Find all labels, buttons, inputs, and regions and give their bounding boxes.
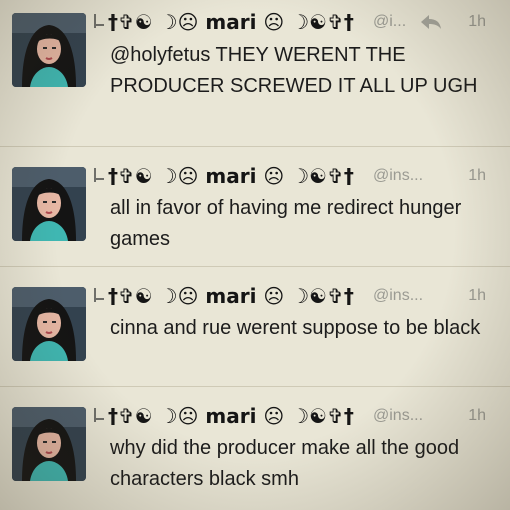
user-name[interactable]: †✞☯ ☽☹ mari ☹ ☽☯✞† (108, 284, 354, 308)
timestamp: 1h (468, 167, 486, 184)
tweet[interactable]: †✞☯ ☽☹ mari ☹ ☽☯✞† @i... 1h @holyfetus T… (0, 0, 510, 124)
tweet-text: why did the producer make all the good c… (110, 437, 460, 490)
conversation-icon (94, 408, 104, 422)
tweet-header: †✞☯ ☽☹ mari ☹ ☽☯✞† @ins... 1h (108, 164, 498, 190)
user-name[interactable]: †✞☯ ☽☹ mari ☹ ☽☯✞† (108, 164, 354, 188)
tweet-header: †✞☯ ☽☹ mari ☹ ☽☯✞† @ins... 1h (108, 404, 498, 430)
timestamp: 1h (468, 13, 486, 30)
conversation-icon (94, 288, 104, 302)
tweet-text: cinna and rue werent suppose to be black (110, 317, 481, 339)
avatar[interactable] (12, 13, 86, 87)
user-name[interactable]: †✞☯ ☽☹ mari ☹ ☽☯✞† (108, 10, 354, 34)
tweet-header: †✞☯ ☽☹ mari ☹ ☽☯✞† @ins... 1h (108, 284, 498, 310)
timeline: †✞☯ ☽☹ mari ☹ ☽☯✞† @i... 1h @holyfetus T… (0, 0, 510, 510)
user-handle[interactable]: @ins... (373, 407, 423, 425)
conversation-icon (94, 14, 104, 28)
tweet-text: all in favor of having me redirect hunge… (110, 197, 462, 250)
timestamp: 1h (468, 407, 486, 424)
user-name[interactable]: †✞☯ ☽☹ mari ☹ ☽☯✞† (108, 404, 354, 428)
avatar[interactable] (12, 167, 86, 241)
user-handle[interactable]: @i... (373, 13, 406, 31)
avatar[interactable] (12, 407, 86, 481)
tweet[interactable]: †✞☯ ☽☹ mari ☹ ☽☯✞† @ins... 1h why did th… (0, 386, 510, 510)
tweet[interactable]: †✞☯ ☽☹ mari ☹ ☽☯✞† @ins... 1h all in fav… (0, 146, 510, 270)
avatar[interactable] (12, 287, 86, 361)
user-handle[interactable]: @ins... (373, 167, 423, 185)
tweet-text: @holyfetus THEY WERENT THE PRODUCER SCRE… (110, 44, 478, 97)
timestamp: 1h (468, 287, 486, 304)
reply-icon[interactable] (420, 14, 442, 30)
tweet[interactable]: †✞☯ ☽☹ mari ☹ ☽☯✞† @ins... 1h cinna and … (0, 266, 510, 390)
conversation-icon (94, 168, 104, 182)
user-handle[interactable]: @ins... (373, 287, 423, 305)
tweet-header: †✞☯ ☽☹ mari ☹ ☽☯✞† @i... 1h (108, 10, 498, 36)
